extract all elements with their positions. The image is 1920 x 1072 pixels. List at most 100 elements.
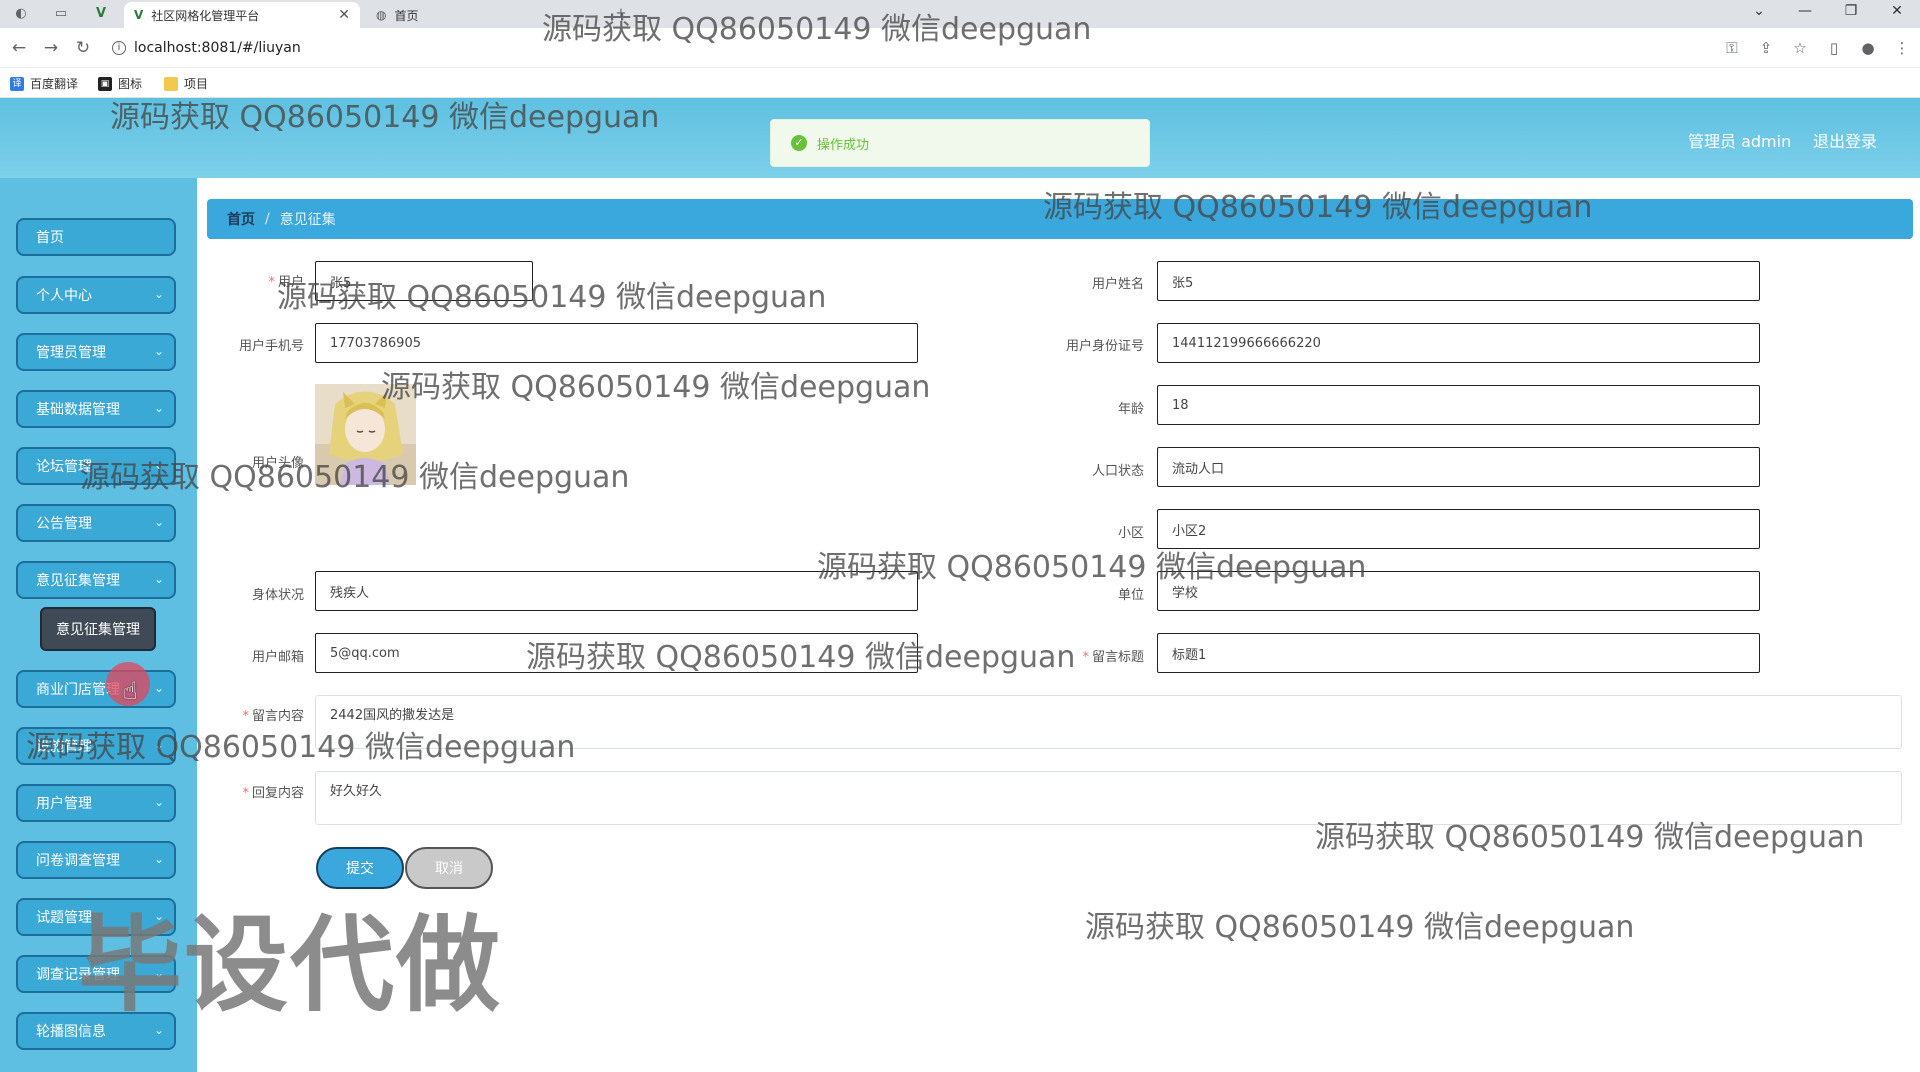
more-icon[interactable]: ⋮ xyxy=(1892,37,1912,59)
email-label: 用户邮箱 xyxy=(251,650,304,665)
menu-label: 意见征集管理 xyxy=(36,573,120,589)
chevron-down-icon: ⌄ xyxy=(153,458,164,472)
unit-field[interactable]: 学校 xyxy=(1157,571,1760,611)
menu-item-facility[interactable]: 设施管理 ⌄ xyxy=(16,727,176,765)
menu-label: 首页 xyxy=(36,230,64,246)
chevron-down-icon: ⌄ xyxy=(153,795,164,809)
close-tab-icon[interactable]: ✕ xyxy=(338,7,350,23)
email-field[interactable]: 5@qq.com xyxy=(315,633,918,673)
url-text: localhost:8081/#/liuyan xyxy=(134,40,301,56)
chevron-down-icon: ⌄ xyxy=(153,1023,164,1037)
url-field[interactable]: i localhost:8081/#/liuyan xyxy=(112,37,301,59)
hand-cursor-icon: ☝ xyxy=(123,677,138,705)
tab-home[interactable]: ◍ 首页 xyxy=(366,2,596,28)
health-label: 身体状况 xyxy=(251,588,304,603)
menu-label: 公告管理 xyxy=(36,516,92,532)
bookmark-project[interactable]: 项目 xyxy=(164,75,208,92)
sidepanel-icon[interactable]: ▯ xyxy=(1824,37,1844,59)
breadcrumb-home[interactable]: 首页 xyxy=(227,209,255,229)
chevron-down-icon: ⌄ xyxy=(153,909,164,923)
menu-label: 问卷调查管理 xyxy=(36,853,120,869)
menu-item-admin[interactable]: 管理员管理 ⌄ xyxy=(16,333,176,371)
avatar-label: 用户头像 xyxy=(251,456,304,471)
unit-label: 单位 xyxy=(1117,588,1144,603)
menu-item-questions[interactable]: 试题管理 ⌄ xyxy=(16,898,176,936)
reload-icon[interactable]: ↻ xyxy=(72,37,94,59)
menu-item-personal-center[interactable]: 个人中心 ⌄ xyxy=(16,276,176,314)
restore-icon[interactable]: ❐ xyxy=(1828,0,1874,28)
tab-search-icon[interactable]: ⌄ xyxy=(1736,0,1782,28)
back-icon[interactable]: ← xyxy=(8,37,30,59)
key-icon[interactable]: ⚿ xyxy=(1722,37,1742,59)
share-icon[interactable]: ⇪ xyxy=(1756,37,1776,59)
health-select[interactable]: 残疾人 xyxy=(315,571,918,611)
cancel-button[interactable]: 取消 xyxy=(405,847,493,889)
address-bar: ← → ↻ i localhost:8081/#/liuyan ⚿ ⇪ ☆ ▯ … xyxy=(0,28,1920,68)
user-name-field[interactable]: 张5 xyxy=(1157,261,1760,301)
chevron-down-icon: ⌄ xyxy=(153,287,164,301)
avatar-image xyxy=(315,384,416,485)
watermark: 源码获取 QQ86050149 微信deepguan xyxy=(381,370,931,405)
menu-item-notice[interactable]: 公告管理 ⌄ xyxy=(16,504,176,542)
close-window-icon[interactable]: ✕ xyxy=(1874,0,1920,28)
vue-favicon-icon: V xyxy=(134,8,144,22)
menu-item-opinion[interactable]: 意见征集管理 ⌄ xyxy=(16,561,176,599)
phone-field[interactable]: 17703786905 xyxy=(315,323,918,363)
menu-label: 论坛管理 xyxy=(36,459,92,475)
menu-item-user[interactable]: 用户管理 ⌄ xyxy=(16,784,176,822)
new-tab-icon[interactable]: + xyxy=(612,5,630,23)
star-icon[interactable]: ☆ xyxy=(1790,37,1810,59)
population-select[interactable]: 流动人口 xyxy=(1157,447,1760,487)
success-toast: ✓ 操作成功 xyxy=(770,119,1150,167)
current-user: 管理员 admin xyxy=(1688,132,1792,151)
browser-tab-strip: ◐ ▭ V V 社区网格化管理平台 ✕ ◍ 首页 + ⌄ — ❐ ✕ xyxy=(0,0,1920,28)
forward-icon[interactable]: → xyxy=(40,37,62,59)
profile-icon[interactable]: ● xyxy=(1858,37,1878,59)
bookmark-label: 百度翻译 xyxy=(30,77,79,91)
menu-item-survey-records[interactable]: 调查记录管理 ⌄ xyxy=(16,955,176,993)
submenu-opinion-management[interactable]: 意见征集管理 xyxy=(40,607,156,651)
menu-item-carousel[interactable]: 轮播图信息 ⌄ xyxy=(16,1012,176,1050)
user-select[interactable]: 张5 xyxy=(315,261,533,301)
menu-label: 管理员管理 xyxy=(36,345,106,361)
menu-item-base-data[interactable]: 基础数据管理 ⌄ xyxy=(16,390,176,428)
reply-label: * 回复内容 xyxy=(242,786,304,801)
submit-button[interactable]: 提交 xyxy=(316,847,404,889)
id-card-field[interactable]: 144112199666666220 xyxy=(1157,323,1760,363)
breadcrumb-current: 意见征集 xyxy=(279,212,336,228)
reply-textarea[interactable]: 好久好久 xyxy=(315,771,1902,825)
submenu-label: 意见征集管理 xyxy=(56,622,140,638)
browser-menu-icon[interactable]: ◐ xyxy=(12,5,30,23)
content-textarea[interactable]: 2442国风的撒发达是 xyxy=(315,695,1902,749)
menu-item-survey[interactable]: 问卷调查管理 ⌄ xyxy=(16,841,176,879)
menu-item-shop[interactable]: 商业门店管理 ⌄ xyxy=(16,670,176,708)
title-label: * 留言标题 xyxy=(1082,650,1144,665)
age-field[interactable]: 18 xyxy=(1157,385,1760,425)
logout-link[interactable]: 退出登录 xyxy=(1813,128,1877,152)
blank-tab-icon[interactable]: ▭ xyxy=(52,5,70,23)
chevron-down-icon: ⌄ xyxy=(153,515,164,529)
minimize-icon[interactable]: — xyxy=(1782,0,1828,28)
chevron-down-icon: ⌄ xyxy=(153,738,164,752)
user-name-label: 用户姓名 xyxy=(1091,277,1144,292)
bookmark-baidu-translate[interactable]: 译 百度翻译 xyxy=(10,75,78,92)
tab-active[interactable]: V 社区网格化管理平台 ✕ xyxy=(124,2,360,28)
menu-label: 试题管理 xyxy=(36,910,92,926)
browser-actions: ⚿ ⇪ ☆ ▯ ● ⋮ xyxy=(1722,37,1912,59)
bookmark-label: 图标 xyxy=(118,77,143,91)
population-label: 人口状态 xyxy=(1091,464,1144,479)
chevron-down-icon: ⌄ xyxy=(153,401,164,415)
watermark: 源码获取 QQ86050149 微信deepguan xyxy=(1085,910,1635,945)
menu-item-home[interactable]: 首页 xyxy=(16,218,176,256)
vue-tab-icon[interactable]: V xyxy=(92,5,110,23)
menu-item-forum[interactable]: 论坛管理 ⌄ xyxy=(16,447,176,485)
community-select[interactable]: 小区2 xyxy=(1157,509,1760,549)
menu-label: 基础数据管理 xyxy=(36,402,120,418)
community-label: 小区 xyxy=(1117,526,1144,541)
title-field[interactable]: 标题1 xyxy=(1157,633,1760,673)
chevron-down-icon: ⌄ xyxy=(153,966,164,980)
bookmark-icons[interactable]: ▣ 图标 xyxy=(98,75,142,92)
site-info-icon[interactable]: i xyxy=(112,41,126,55)
menu-label: 调查记录管理 xyxy=(36,967,120,983)
image-icon: ▣ xyxy=(98,76,112,91)
